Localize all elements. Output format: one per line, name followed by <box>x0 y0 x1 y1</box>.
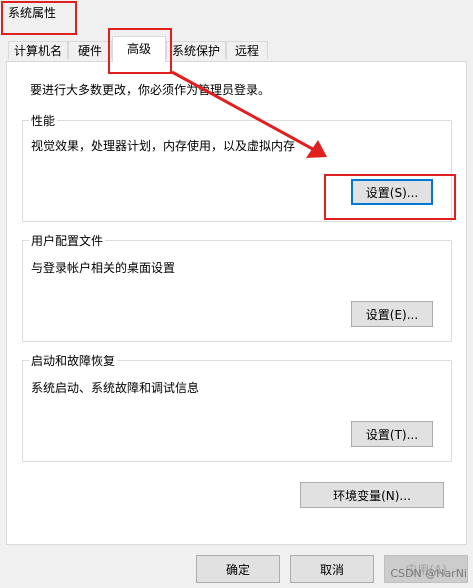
tab-advanced[interactable]: 高级 <box>112 36 166 62</box>
annotation-arrow-icon <box>171 70 327 158</box>
